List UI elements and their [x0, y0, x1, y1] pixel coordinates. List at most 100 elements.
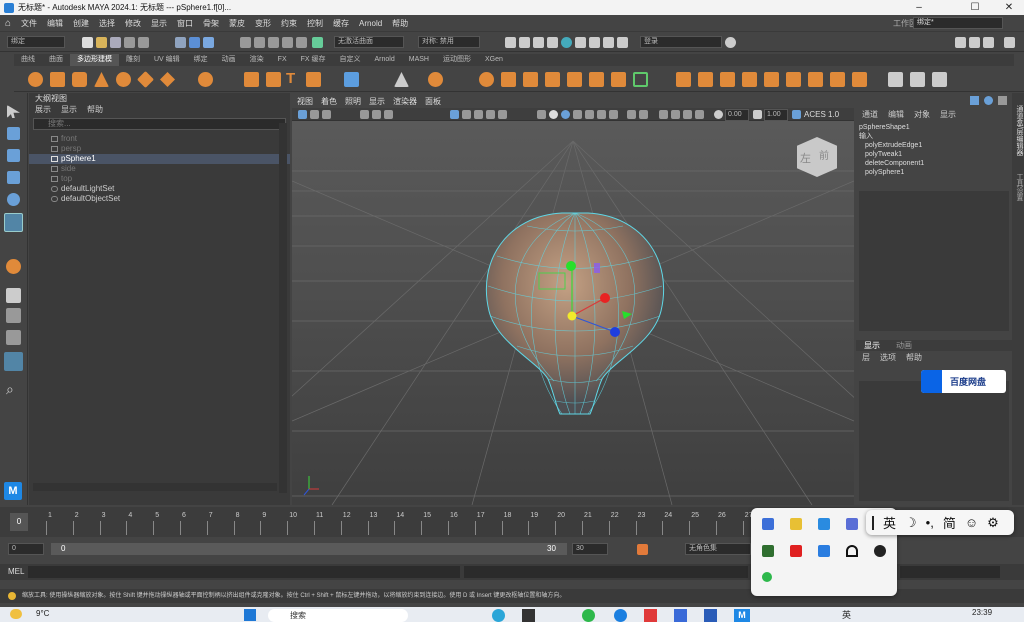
- outliner-item-top[interactable]: top: [29, 174, 290, 184]
- menu-modify[interactable]: 修改: [125, 18, 141, 29]
- taskbar-app-icon[interactable]: [644, 609, 657, 622]
- menu-deform[interactable]: 变形: [255, 18, 271, 29]
- redo-icon[interactable]: [138, 37, 149, 48]
- taskbar-app-icon[interactable]: [674, 609, 687, 622]
- bevel-icon[interactable]: [633, 72, 648, 87]
- vp-menu-shading[interactable]: 着色: [321, 96, 337, 107]
- wireframe-icon[interactable]: [537, 110, 546, 119]
- poly-cone-icon[interactable]: [94, 72, 109, 87]
- scale-plane-handle[interactable]: [594, 263, 600, 273]
- poly-cube-icon[interactable]: [50, 72, 65, 87]
- scale-tool-icon[interactable]: [4, 213, 23, 232]
- tray-app-icon[interactable]: [846, 518, 858, 530]
- anim-end-field[interactable]: 30: [572, 543, 608, 555]
- range-bar[interactable]: 0 30: [51, 543, 567, 555]
- taskbar-ime-lang[interactable]: 英: [842, 608, 851, 621]
- snap-surface-icon[interactable]: [296, 37, 307, 48]
- taskbar-app-icon[interactable]: [492, 609, 505, 622]
- snap-view-icon[interactable]: [282, 37, 293, 48]
- qq-icon[interactable]: [874, 545, 886, 557]
- poly-plane-icon[interactable]: [137, 71, 154, 88]
- xray-icon[interactable]: [671, 110, 680, 119]
- viewport-3d[interactable]: 左 前: [171, 121, 973, 506]
- vp-menu-show[interactable]: 显示: [369, 96, 385, 107]
- shelf-tab-arnold[interactable]: Arnold: [368, 54, 402, 66]
- svg-tool-icon[interactable]: [306, 72, 321, 87]
- minimize-button[interactable]: –: [904, 0, 934, 15]
- ime-moon-icon[interactable]: ☽: [905, 515, 917, 531]
- weather-icon[interactable]: [10, 609, 22, 619]
- menu-arnold[interactable]: Arnold: [359, 19, 382, 28]
- baidu-netdisk-popup[interactable]: 百度网盘: [921, 370, 1006, 393]
- menu-file[interactable]: 文件: [21, 18, 37, 29]
- bridge-icon[interactable]: [611, 72, 626, 87]
- poly-helix-icon[interactable]: [266, 72, 281, 87]
- boolean-icon[interactable]: [545, 72, 560, 87]
- symmetry-dropdown[interactable]: 对称: 禁用: [418, 36, 480, 48]
- menu-control[interactable]: 控制: [307, 18, 323, 29]
- workspace-dropdown[interactable]: 绑定*: [913, 17, 1003, 29]
- render-frame-icon[interactable]: [505, 37, 516, 48]
- camera-attributes-icon[interactable]: [310, 110, 319, 119]
- side-tab-channel-box[interactable]: 通道盒/层编辑器: [1013, 105, 1023, 156]
- resolution-gate-icon[interactable]: [474, 110, 483, 119]
- open-scene-icon[interactable]: [96, 37, 107, 48]
- exposure-field[interactable]: 0.00: [725, 109, 749, 121]
- arnold-render-icon[interactable]: [561, 37, 572, 48]
- xray-components-icon[interactable]: [695, 110, 704, 119]
- select-camera-icon[interactable]: [298, 110, 307, 119]
- shelf-tab-motion-graphics[interactable]: 运动图形: [436, 54, 478, 66]
- ime-mode-toggle[interactable]: 简: [943, 513, 956, 532]
- menu-create[interactable]: 创建: [73, 18, 89, 29]
- gamma-field[interactable]: 1.00: [764, 109, 788, 121]
- undo-icon[interactable]: [124, 37, 135, 48]
- multi-cut-icon[interactable]: [676, 72, 691, 87]
- save-scene-icon[interactable]: [110, 37, 121, 48]
- scale-x-handle[interactable]: [600, 293, 610, 303]
- modeling-toolkit-icon[interactable]: [1004, 37, 1015, 48]
- vp-menu-panels[interactable]: 面板: [425, 96, 441, 107]
- shelf-tab-animation[interactable]: 动画: [215, 54, 243, 66]
- tray-app-icon[interactable]: [846, 545, 858, 557]
- smooth-icon[interactable]: [523, 72, 538, 87]
- ime-lang-toggle[interactable]: 英: [883, 513, 896, 532]
- mel-label[interactable]: MEL: [8, 567, 24, 576]
- scale-z-handle[interactable]: [610, 327, 620, 337]
- shelf-tab-rendering[interactable]: 渲染: [243, 54, 271, 66]
- shelf-tab-uv-editing[interactable]: UV 编辑: [147, 54, 187, 66]
- tray-app-icon[interactable]: [818, 518, 830, 530]
- snap-curve-icon[interactable]: [254, 37, 265, 48]
- menu-windows[interactable]: 窗口: [177, 18, 193, 29]
- menu-edit[interactable]: 编辑: [47, 18, 63, 29]
- tray-app-icon[interactable]: [790, 545, 802, 557]
- anim-start-field[interactable]: 0: [8, 543, 44, 555]
- grease-pencil-icon[interactable]: [384, 110, 393, 119]
- menu-help[interactable]: 帮助: [392, 18, 408, 29]
- side-tab-tool-settings[interactable]: 工具设置: [1013, 173, 1023, 201]
- outliner-item-defaultlightset[interactable]: defaultLightSet: [29, 184, 290, 194]
- menu-constrain[interactable]: 约束: [281, 18, 297, 29]
- shelf-tab-custom[interactable]: 自定义: [333, 54, 368, 66]
- range-inner-start[interactable]: 0: [61, 544, 65, 553]
- layer-editor-toggle-icon[interactable]: [984, 96, 993, 105]
- shelf-tab-mash[interactable]: MASH: [402, 54, 436, 66]
- cb-menu-channels[interactable]: 通道: [862, 109, 878, 120]
- poly-sphere-icon[interactable]: [28, 72, 43, 87]
- make-live-icon[interactable]: [312, 37, 323, 48]
- taskbar-app-icon[interactable]: [522, 609, 535, 622]
- layer-menu-layers[interactable]: 层: [862, 352, 870, 363]
- sculpt-icon[interactable]: [888, 72, 903, 87]
- search-icon[interactable]: ⌕: [6, 381, 14, 398]
- shelf-tab-fx[interactable]: FX: [271, 54, 294, 66]
- shelf-tab-rigging[interactable]: 绑定: [187, 54, 215, 66]
- menu-select[interactable]: 选择: [99, 18, 115, 29]
- shadows-icon[interactable]: [597, 110, 606, 119]
- freeze-transform-icon[interactable]: [428, 72, 443, 87]
- layer-tab-anim[interactable]: 动画: [896, 340, 912, 351]
- cb-menu-show[interactable]: 显示: [940, 109, 956, 120]
- character-set-dropdown[interactable]: 无角色集: [685, 543, 751, 555]
- key-icon[interactable]: [637, 544, 648, 555]
- outliner-menu-help[interactable]: 帮助: [87, 104, 103, 115]
- last-tool-icon[interactable]: [6, 259, 21, 274]
- layer-menu-options[interactable]: 选项: [880, 352, 896, 363]
